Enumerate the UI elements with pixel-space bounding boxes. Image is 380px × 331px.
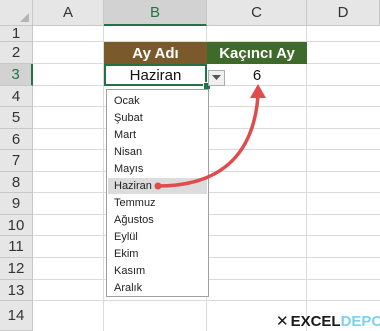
logo-x-icon: ✕ — [276, 313, 289, 330]
logo-text-depo: DEPO — [340, 312, 380, 330]
logo-text-excel: EXCEL — [290, 312, 341, 330]
curved-arrow-icon — [154, 84, 266, 190]
exceldepo-logo: ✕ EXCEL DEPO — [276, 311, 380, 331]
